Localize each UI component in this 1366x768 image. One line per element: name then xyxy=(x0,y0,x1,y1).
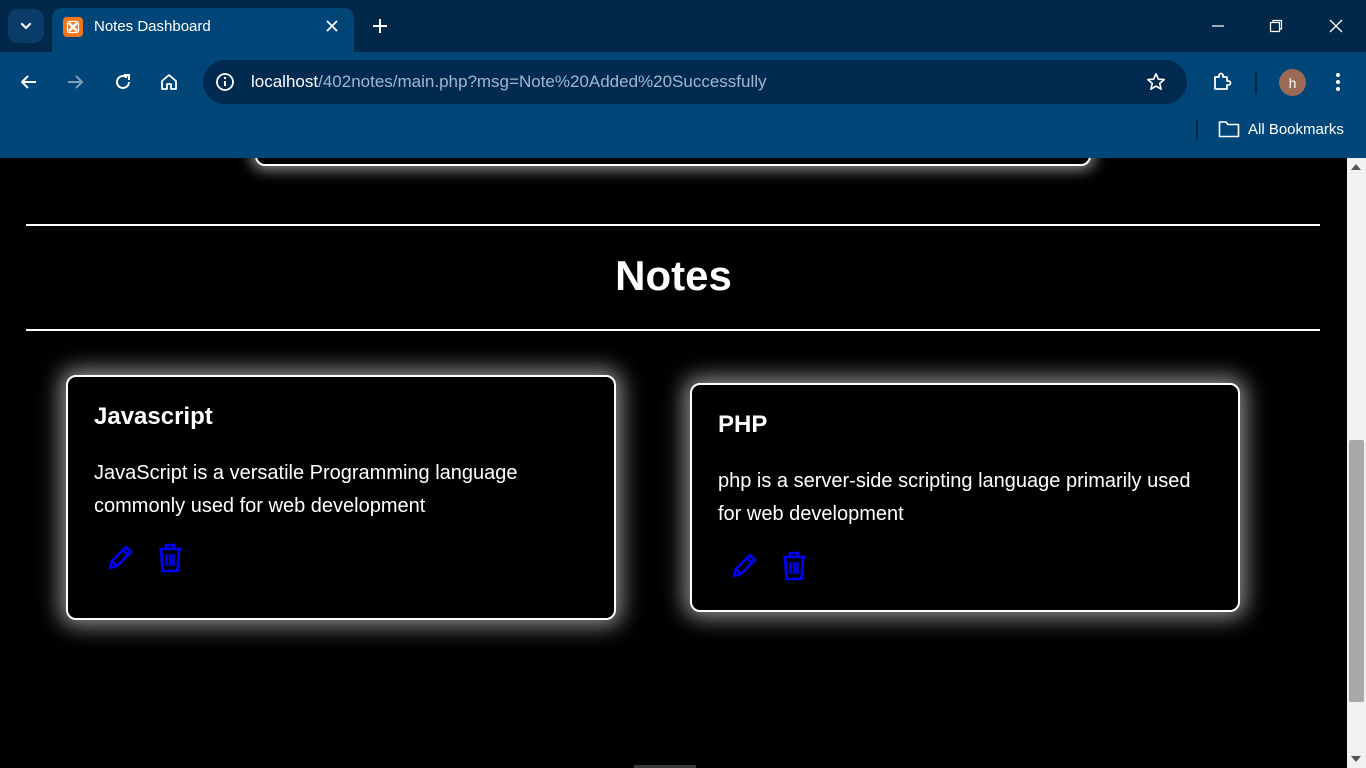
home-icon xyxy=(161,74,177,90)
divider-bottom xyxy=(26,329,1320,331)
tab-title: Notes Dashboard xyxy=(94,18,211,35)
scroll-down-arrow-icon[interactable] xyxy=(1351,756,1361,762)
extensions-button[interactable] xyxy=(1206,66,1238,98)
note-body: php is a server-side scripting language … xyxy=(718,470,1191,525)
edit-button[interactable] xyxy=(104,541,136,575)
site-info-icon[interactable] xyxy=(214,71,236,93)
browser-toolbar: localhost/402notes/main.php?msg=Note%20A… xyxy=(0,52,1366,158)
forward-icon xyxy=(68,75,83,89)
edit-icon xyxy=(108,545,133,570)
home-button[interactable] xyxy=(153,66,185,98)
delete-button[interactable] xyxy=(154,541,186,575)
restore-icon xyxy=(1269,19,1283,33)
edit-icon xyxy=(732,553,757,578)
reload-button[interactable] xyxy=(107,66,139,98)
url-text[interactable]: localhost/402notes/main.php?msg=Note%20A… xyxy=(251,72,767,92)
tab-search-button[interactable] xyxy=(8,9,44,43)
window-close-icon xyxy=(1329,19,1343,33)
minimize-button[interactable] xyxy=(1203,10,1233,42)
note-body: JavaScript is a versatile Programming la… xyxy=(94,462,518,517)
back-icon xyxy=(21,75,36,89)
window-close-button[interactable] xyxy=(1321,10,1351,42)
delete-icon xyxy=(159,543,181,573)
kebab-menu-icon xyxy=(1336,73,1340,91)
delete-button[interactable] xyxy=(778,549,810,583)
xampp-favicon-icon xyxy=(63,17,83,37)
chevron-down-icon xyxy=(20,22,32,30)
scrollbar-thumb[interactable] xyxy=(1349,440,1364,702)
note-actions xyxy=(728,549,810,583)
forward-button[interactable] xyxy=(59,66,91,98)
page-content: Notes Javascript JavaScript is a versati… xyxy=(0,158,1347,768)
browser-tab-bar: Notes Dashboard xyxy=(0,0,1366,52)
note-actions xyxy=(104,541,186,575)
delete-icon xyxy=(783,551,805,581)
extensions-icon xyxy=(1214,72,1232,90)
star-icon xyxy=(1147,73,1165,90)
all-bookmarks-button[interactable]: All Bookmarks xyxy=(1218,120,1344,138)
close-icon xyxy=(326,20,338,32)
note-card: PHP php is a server-side scripting langu… xyxy=(690,383,1240,612)
profile-avatar[interactable]: h xyxy=(1279,69,1306,96)
new-tab-button[interactable] xyxy=(366,12,394,40)
url-path: /402notes/main.php?msg=Note%20Added%20Su… xyxy=(318,72,767,91)
back-button[interactable] xyxy=(13,66,45,98)
plus-icon xyxy=(373,19,387,33)
browser-menu-button[interactable] xyxy=(1324,66,1352,98)
note-title: Javascript xyxy=(94,403,213,430)
bookmark-star-button[interactable] xyxy=(1145,71,1167,93)
bookmark-separator xyxy=(1196,120,1198,140)
active-tab[interactable]: Notes Dashboard xyxy=(52,8,354,52)
note-title: PHP xyxy=(718,411,768,438)
toolbar-separator xyxy=(1255,72,1257,94)
reload-icon xyxy=(116,74,130,89)
page-scrollbar[interactable] xyxy=(1347,158,1366,768)
all-bookmarks-label: All Bookmarks xyxy=(1248,120,1344,138)
minimize-icon xyxy=(1212,25,1224,27)
notes-heading: Notes xyxy=(615,252,732,299)
tab-close-button[interactable] xyxy=(322,16,342,36)
divider-top xyxy=(26,224,1320,226)
address-bar[interactable]: localhost/402notes/main.php?msg=Note%20A… xyxy=(203,60,1187,104)
scroll-up-arrow-icon[interactable] xyxy=(1351,164,1361,170)
url-host: localhost xyxy=(251,72,319,91)
add-note-form-container xyxy=(255,158,1091,166)
restore-button[interactable] xyxy=(1261,10,1291,42)
folder-icon xyxy=(1218,121,1240,138)
note-card: Javascript JavaScript is a versatile Pro… xyxy=(66,375,616,620)
edit-button[interactable] xyxy=(728,549,760,583)
